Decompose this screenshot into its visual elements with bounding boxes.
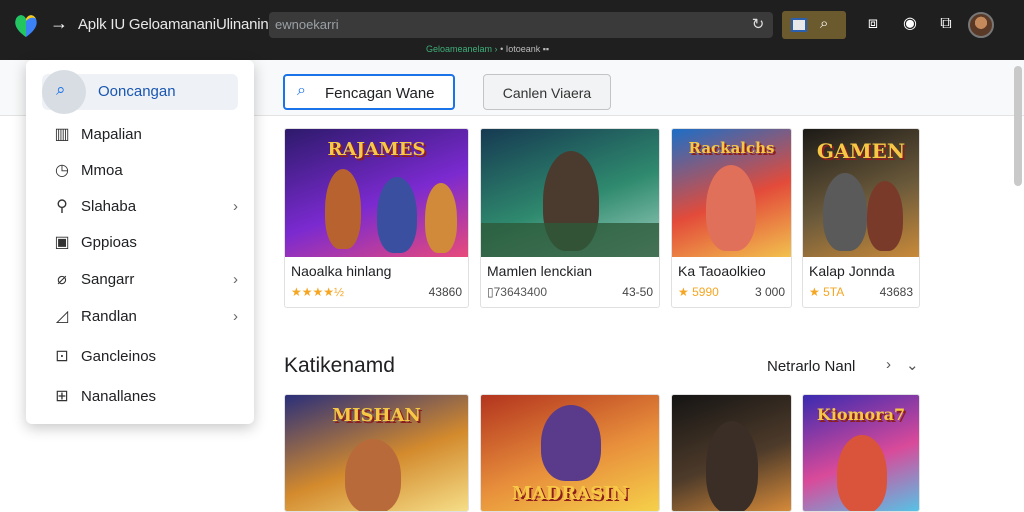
menu-item[interactable]: ⊡ Gancleinos — [26, 340, 254, 374]
game-rating: ▯73643400 — [487, 285, 547, 299]
menu-item-label: Randlan — [81, 308, 137, 325]
dropdown-menu: ⌕ Ooncangan ▥ Mapalian ◷ Mmoa ⚲ Slahaba › ▣ Gppi… — [26, 60, 254, 424]
menu-item-label: Nanallanes — [81, 388, 157, 405]
top-bar: → Aplk IU GeloamananiUlinanin ewnoekarri… — [0, 0, 1024, 60]
square-icon: ▣ — [54, 234, 70, 251]
game-thumbnail: Kiomora7 — [803, 395, 919, 511]
game-card[interactable] — [671, 394, 792, 512]
clock-icon: ◷ — [55, 162, 69, 179]
game-rating: ★ 5TA — [809, 285, 845, 299]
menu-item-label: Sangarr — [81, 271, 135, 288]
game-card[interactable]: Mamlen lenckian ▯73643400 43-50 — [480, 128, 660, 308]
game-count: 3 000 — [754, 285, 785, 299]
app-logo-icon[interactable] — [12, 11, 40, 39]
game-card[interactable]: Rackalchs Ka Taoaolkieo ★ 5990 3 000 — [671, 128, 792, 308]
game-thumbnail: Rackalchs — [672, 129, 791, 257]
game-count: 43683 — [879, 285, 913, 299]
game-count: 43860 — [428, 285, 462, 299]
downloads-icon[interactable]: ◉ — [900, 14, 920, 34]
see-more-link[interactable]: Netrarlo Nanl — [767, 358, 855, 375]
menu-item[interactable]: ⊞ Nanallanes — [26, 380, 254, 414]
chevron-right-icon: › — [233, 198, 238, 215]
bag-icon: ⊡ — [55, 348, 69, 365]
search-icon: ⌕ — [820, 15, 829, 32]
menu-item-label: Mapalian — [81, 126, 142, 143]
game-name: Naoalka hinlang — [291, 263, 392, 279]
search-icon: ⌕ — [297, 82, 306, 99]
chevron-down-icon[interactable]: ⌄ — [906, 356, 919, 374]
game-thumbnail — [672, 395, 791, 511]
game-card[interactable]: MISHAN — [284, 394, 469, 512]
menu-item[interactable]: ▣ Gppioas — [26, 226, 254, 260]
chevron-right-icon: › — [233, 308, 238, 325]
chevron-right-icon: › — [233, 271, 238, 288]
reload-icon[interactable]: ↻ — [749, 16, 767, 34]
bookmark-icon[interactable]: ⧈ — [863, 14, 883, 34]
game-thumbnail — [481, 129, 659, 257]
secondary-button-label: Canlen Viaera — [502, 85, 592, 101]
game-card[interactable]: Kiomora7 — [802, 394, 920, 512]
menu-item[interactable]: ◿ Randlan › — [26, 300, 254, 334]
game-thumbnail: RAJAMES — [285, 129, 468, 257]
address-text: ewnoekarri — [275, 17, 339, 32]
game-thumbnail: MADRASIN — [481, 395, 659, 511]
section-title: Katikenamd — [284, 354, 395, 377]
window-icon — [791, 18, 807, 32]
tag-icon: ⌀ — [57, 271, 67, 288]
secondary-button[interactable]: Canlen Viaera — [483, 74, 611, 110]
search-icon: ⌕ — [56, 80, 66, 99]
game-name: Ka Taoaolkieo — [678, 263, 766, 279]
game-name: Kalap Jonnda — [809, 263, 895, 279]
menu-item-label: Slahaba — [81, 198, 137, 215]
game-name: Mamlen lenckian — [487, 263, 593, 279]
game-rating: ★ 5990 — [678, 285, 719, 299]
menu-item-label: Gppioas — [81, 234, 137, 251]
menu-item-label: Mmoa — [81, 162, 123, 179]
scrollbar[interactable] — [1014, 66, 1022, 186]
address-bar[interactable]: ewnoekarri ↻ — [269, 12, 773, 38]
menu-item[interactable]: ◷ Mmoa — [26, 154, 254, 188]
menu-search-label: Ooncangan — [98, 83, 176, 100]
search-button[interactable]: ⌕ — [782, 11, 846, 39]
primary-search-button[interactable]: ⌕ Fencagan Wane — [283, 74, 455, 110]
chevron-right-icon[interactable]: › — [886, 356, 891, 373]
forward-arrow-icon[interactable]: → — [50, 13, 68, 34]
menu-search[interactable]: ⌕ Ooncangan — [42, 70, 238, 114]
game-rating: ★★★★½ — [291, 285, 345, 299]
primary-button-label: Fencagan Wane — [325, 85, 435, 102]
menu-item[interactable]: ⚲ Slahaba › — [26, 190, 254, 224]
menu-item[interactable]: ▥ Mapalian — [26, 118, 254, 152]
game-card[interactable]: MADRASIN — [480, 394, 660, 512]
grid-icon: ⊞ — [55, 388, 69, 405]
menu-item[interactable]: ⌀ Sangarr › — [26, 263, 254, 297]
pen-icon: ◿ — [55, 308, 69, 325]
chart-icon: ▥ — [54, 126, 70, 143]
game-card[interactable]: GAMEN Kalap Jonnda ★ 5TA 43683 — [802, 128, 920, 308]
game-thumbnail: GAMEN — [803, 129, 919, 257]
avatar[interactable] — [968, 12, 994, 38]
menu-item-label: Gancleinos — [81, 348, 157, 365]
game-card[interactable]: RAJAMES Naoalka hinlang ★★★★½ 43860 — [284, 128, 469, 308]
status-strip: Geloameanelam › • Iotoeank ▪▪ — [426, 44, 550, 54]
app-title: Aplk IU GeloamananiUlinanin — [78, 16, 269, 33]
person-icon: ⚲ — [56, 198, 68, 215]
game-thumbnail: MISHAN — [285, 395, 468, 511]
game-count: 43-50 — [622, 285, 653, 299]
tab-icon[interactable]: ⧉ — [936, 14, 956, 34]
